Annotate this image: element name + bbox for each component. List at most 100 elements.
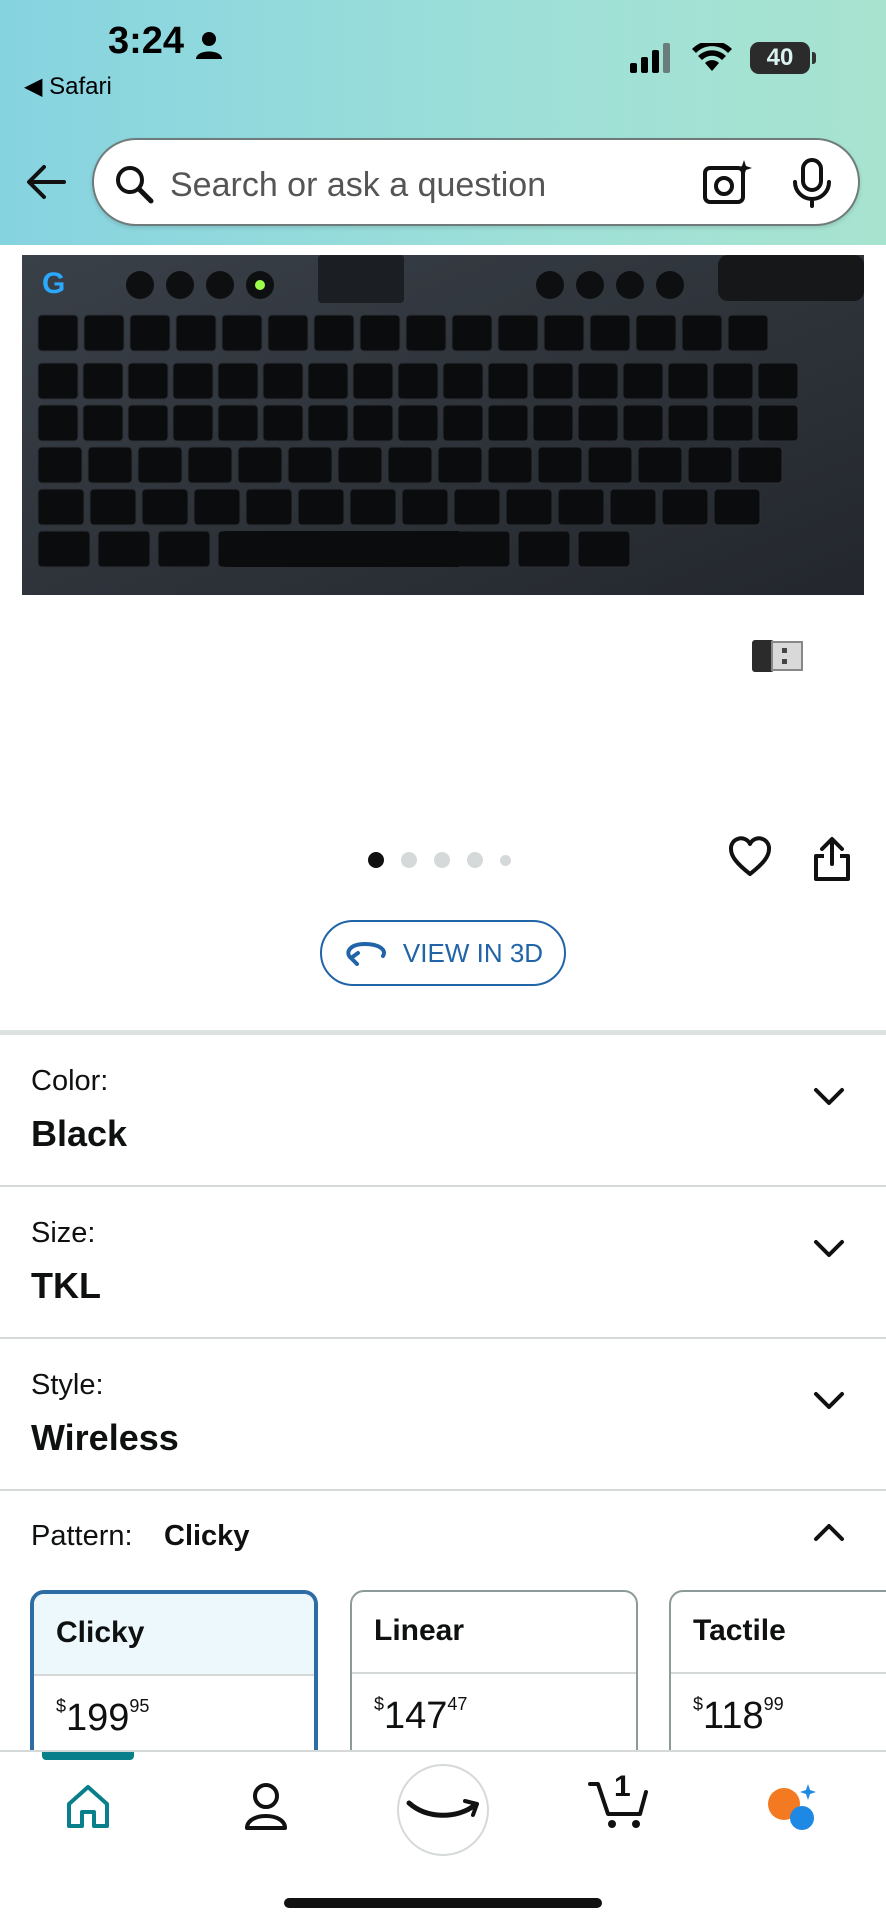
cart-count-badge: 1 <box>614 1770 631 1803</box>
keyboard-key <box>635 314 677 352</box>
search-icon <box>116 166 154 204</box>
pattern-value: Clicky <box>164 1520 250 1552</box>
keyboard-key <box>532 362 574 400</box>
keyboard-key <box>172 404 214 442</box>
keyboard-key <box>487 404 529 442</box>
keyboard-key <box>127 362 169 400</box>
keyboard-key <box>557 488 605 526</box>
svg-text:G: G <box>42 267 65 300</box>
keyboard-key <box>307 404 349 442</box>
style-option-row[interactable]: Style: Wireless <box>0 1339 886 1491</box>
keyboard-key <box>589 314 631 352</box>
price-fraction: 47 <box>447 1694 468 1714</box>
keyboard-key <box>537 446 583 484</box>
chevron-down-icon <box>814 1392 844 1409</box>
back-arrow-icon[interactable] <box>24 162 68 202</box>
keyboard-key <box>37 488 85 526</box>
keyboard-key <box>453 488 501 526</box>
card-price: $11899 <box>671 1674 886 1738</box>
keyboard-key <box>587 446 633 484</box>
carousel-dots <box>368 852 511 868</box>
home-icon[interactable] <box>64 1782 112 1830</box>
keyboard-key <box>457 530 511 568</box>
keyboard-key <box>609 488 657 526</box>
back-triangle-icon: ◀ <box>24 73 43 100</box>
keyboard-key <box>137 446 183 484</box>
keyboard-key <box>405 314 447 352</box>
keyboard-key <box>221 314 263 352</box>
product-image[interactable]: G <box>22 255 864 595</box>
search-input[interactable]: Search or ask a question <box>170 166 546 205</box>
keyboard-key <box>577 404 619 442</box>
bottom-nav: 1 <box>0 1750 886 1920</box>
share-icon[interactable] <box>812 836 852 882</box>
carousel-dot[interactable] <box>368 852 384 868</box>
keyboard-key <box>297 488 345 526</box>
keyboard-key <box>359 314 401 352</box>
person-icon <box>196 32 222 59</box>
keyboard-key <box>97 530 151 568</box>
keyboard-key <box>622 362 664 400</box>
keyboard-key <box>83 314 125 352</box>
search-bar[interactable]: Search or ask a question <box>92 138 860 226</box>
amazon-logo-button[interactable] <box>397 1764 489 1856</box>
color-option-row[interactable]: Color: Black <box>0 1035 886 1187</box>
card-title: Clicky <box>34 1594 314 1676</box>
keyboard-key <box>89 488 137 526</box>
carousel-dot[interactable] <box>401 852 417 868</box>
carousel-dot[interactable] <box>467 852 483 868</box>
keyboard-key <box>37 362 79 400</box>
keyboard-key <box>313 314 355 352</box>
camera-search-icon[interactable] <box>702 158 752 208</box>
keyboard-key <box>82 362 124 400</box>
keyboard-key <box>713 488 761 526</box>
keyboard-key <box>437 446 483 484</box>
keyboard-key <box>737 446 783 484</box>
option-label: Style: <box>31 1369 104 1401</box>
keyboard-key <box>397 404 439 442</box>
card-price: $19995 <box>34 1676 314 1740</box>
chevron-down-icon <box>814 1240 844 1257</box>
rufus-assistant-icon[interactable] <box>764 1780 820 1832</box>
keyboard-key <box>487 446 533 484</box>
status-time: 3:24 <box>108 20 185 62</box>
card-title: Linear <box>352 1592 636 1674</box>
pattern-option-row[interactable]: Pattern: Clicky <box>0 1490 886 1570</box>
keyboard-key <box>37 530 91 568</box>
heart-icon[interactable] <box>728 836 772 878</box>
rotate-3d-icon <box>346 941 386 966</box>
usb-receiver-icon <box>752 640 803 672</box>
keyboard-key <box>401 488 449 526</box>
keyboard-key <box>757 362 799 400</box>
back-to-app-link[interactable]: ◀ Safari <box>24 72 112 101</box>
keyboard-key <box>337 446 383 484</box>
keyboard-key <box>157 530 211 568</box>
keyboard-key <box>129 314 171 352</box>
keyboard-key <box>127 404 169 442</box>
price-whole: 118 <box>703 1695 764 1737</box>
pattern-label: Pattern: <box>31 1520 133 1552</box>
keyboard-key <box>517 530 571 568</box>
price-fraction: 95 <box>129 1696 150 1716</box>
keyboard-key <box>497 314 539 352</box>
carousel-dot[interactable] <box>500 854 511 866</box>
microphone-icon[interactable] <box>790 158 834 208</box>
keyboard-key <box>667 404 709 442</box>
keyboard-key <box>262 362 304 400</box>
price-currency: $ <box>56 1696 67 1716</box>
keyboard-key <box>352 404 394 442</box>
account-icon[interactable] <box>244 1782 288 1830</box>
home-indicator <box>284 1898 602 1908</box>
view-in-3d-button[interactable]: VIEW IN 3D <box>320 920 566 986</box>
keyboard-key <box>87 446 133 484</box>
back-app-label: Safari <box>49 73 112 100</box>
active-tab-indicator <box>42 1752 134 1760</box>
card-title: Tactile <box>671 1592 886 1674</box>
carousel-dot[interactable] <box>434 852 450 868</box>
keyboard-key <box>687 446 733 484</box>
size-option-row[interactable]: Size: TKL <box>0 1187 886 1339</box>
price-whole: 199 <box>66 1697 130 1739</box>
keyboard-key <box>349 488 397 526</box>
price-whole: 147 <box>384 1695 448 1737</box>
price-currency: $ <box>693 1694 704 1714</box>
